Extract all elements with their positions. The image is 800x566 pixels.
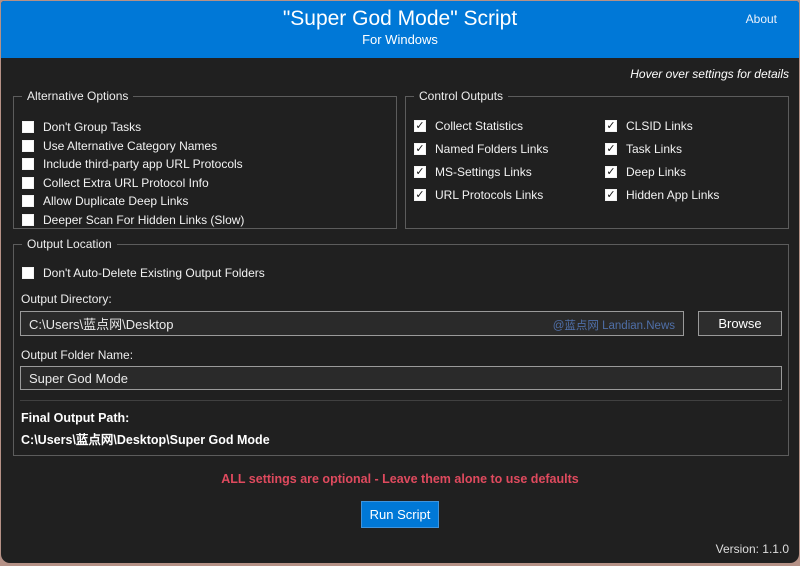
checkbox-row[interactable]: ✓ Hidden App Links bbox=[605, 188, 719, 202]
version-label: Version: 1.1.0 bbox=[716, 542, 789, 556]
checkbox-label: Use Alternative Category Names bbox=[43, 139, 217, 153]
about-link[interactable]: About bbox=[746, 12, 777, 26]
checkbox-label: MS-Settings Links bbox=[435, 165, 532, 179]
app-subtitle: For Windows bbox=[1, 32, 799, 47]
control-outputs-columns: ✓Collect Statistics✓Named Folders Links✓… bbox=[414, 119, 788, 211]
group-control-outputs: Control Outputs ✓Collect Statistics✓Name… bbox=[405, 96, 789, 229]
checkbox-label: URL Protocols Links bbox=[435, 188, 543, 202]
checkbox-label: Collect Extra URL Protocol Info bbox=[43, 176, 209, 190]
checkbox-unchecked-icon[interactable] bbox=[22, 158, 34, 170]
checkbox-row[interactable]: Don't Auto-Delete Existing Output Folder… bbox=[22, 266, 788, 280]
checkbox-unchecked-icon[interactable] bbox=[22, 267, 34, 279]
alternative-options-list: Don't Group Tasks Use Alternative Categor… bbox=[22, 120, 396, 227]
checkbox-label: Allow Duplicate Deep Links bbox=[43, 194, 188, 208]
separator-line bbox=[20, 400, 782, 401]
checkbox-row[interactable]: ✓ CLSID Links bbox=[605, 119, 719, 133]
header: "Super God Mode" Script For Windows Abou… bbox=[1, 1, 799, 58]
checkbox-label: Deep Links bbox=[626, 165, 686, 179]
checkbox-unchecked-icon[interactable] bbox=[22, 214, 34, 226]
checkbox-label: Named Folders Links bbox=[435, 142, 548, 156]
checkbox-label: Don't Auto-Delete Existing Output Folder… bbox=[43, 266, 265, 280]
checkbox-row[interactable]: Use Alternative Category Names bbox=[22, 139, 396, 153]
output-directory-label: Output Directory: bbox=[21, 292, 788, 306]
checkbox-checked-icon[interactable]: ✓ bbox=[414, 166, 426, 178]
checkbox-row[interactable]: Allow Duplicate Deep Links bbox=[22, 194, 396, 208]
checkbox-label: Collect Statistics bbox=[435, 119, 523, 133]
hover-hint-text: Hover over settings for details bbox=[630, 67, 789, 81]
checkbox-row[interactable]: ✓ Deep Links bbox=[605, 165, 719, 179]
group-alternative-options: Alternative Options Don't Group TasksUse… bbox=[13, 96, 397, 229]
output-directory-input[interactable] bbox=[20, 311, 684, 336]
control-outputs-column-2: ✓ CLSID Links ✓ Task Links ✓ Deep Links ✓ Hidde… bbox=[605, 119, 719, 211]
checkbox-checked-icon[interactable]: ✓ bbox=[605, 143, 617, 155]
checkbox-label: Hidden App Links bbox=[626, 188, 719, 202]
browse-button[interactable]: Browse bbox=[698, 311, 782, 336]
group-title-output-location: Output Location bbox=[22, 237, 117, 251]
checkbox-checked-icon[interactable]: ✓ bbox=[605, 120, 617, 132]
run-script-button[interactable]: Run Script bbox=[361, 501, 439, 528]
checkbox-label: Deeper Scan For Hidden Links (Slow) bbox=[43, 213, 244, 227]
checkbox-label: Task Links bbox=[626, 142, 682, 156]
output-directory-row: @蓝点网 Landian.News Browse bbox=[20, 311, 782, 336]
checkbox-row[interactable]: Include third-party app URL Protocols bbox=[22, 157, 396, 171]
checkbox-checked-icon[interactable]: ✓ bbox=[414, 120, 426, 132]
checkbox-label: Don't Group Tasks bbox=[43, 120, 141, 134]
settings-notice-text: ALL settings are optional - Leave them a… bbox=[1, 472, 799, 486]
checkbox-row[interactable]: ✓ Collect Statistics bbox=[414, 119, 605, 133]
checkbox-unchecked-icon[interactable] bbox=[22, 177, 34, 189]
checkbox-row[interactable]: ✓ Task Links bbox=[605, 142, 719, 156]
control-outputs-column-1: ✓Collect Statistics✓Named Folders Links✓… bbox=[414, 119, 605, 211]
app-title: "Super God Mode" Script bbox=[1, 1, 799, 31]
group-title-alternative-options: Alternative Options bbox=[22, 89, 133, 103]
output-directory-input-wrap: @蓝点网 Landian.News bbox=[20, 311, 684, 336]
output-location-options: Don't Auto-Delete Existing Output Folder… bbox=[22, 266, 788, 280]
checkbox-checked-icon[interactable]: ✓ bbox=[414, 189, 426, 201]
checkbox-row[interactable]: Don't Group Tasks bbox=[22, 120, 396, 134]
checkbox-row[interactable]: ✓ URL Protocols Links bbox=[414, 188, 605, 202]
checkbox-row[interactable]: ✓ MS-Settings Links bbox=[414, 165, 605, 179]
final-output-path-value: C:\Users\蓝点网\Desktop\Super God Mode bbox=[21, 429, 788, 448]
checkbox-checked-icon[interactable]: ✓ bbox=[605, 189, 617, 201]
checkbox-row[interactable]: Collect Extra URL Protocol Info bbox=[22, 176, 396, 190]
output-folder-name-input[interactable] bbox=[20, 366, 782, 390]
app-window: "Super God Mode" Script For Windows Abou… bbox=[1, 1, 799, 563]
group-output-location: Output Location Don't Auto-Delete Existi… bbox=[13, 244, 789, 456]
checkbox-unchecked-icon[interactable] bbox=[22, 195, 34, 207]
checkbox-unchecked-icon[interactable] bbox=[22, 121, 34, 133]
checkbox-label: CLSID Links bbox=[626, 119, 693, 133]
checkbox-row[interactable]: Deeper Scan For Hidden Links (Slow) bbox=[22, 213, 396, 227]
checkbox-unchecked-icon[interactable] bbox=[22, 140, 34, 152]
group-title-control-outputs: Control Outputs bbox=[414, 89, 508, 103]
checkbox-checked-icon[interactable]: ✓ bbox=[605, 166, 617, 178]
output-folder-name-label: Output Folder Name: bbox=[21, 348, 788, 362]
checkbox-checked-icon[interactable]: ✓ bbox=[414, 143, 426, 155]
checkbox-row[interactable]: ✓ Named Folders Links bbox=[414, 142, 605, 156]
checkbox-label: Include third-party app URL Protocols bbox=[43, 157, 243, 171]
final-output-path-label: Final Output Path: bbox=[21, 411, 788, 425]
